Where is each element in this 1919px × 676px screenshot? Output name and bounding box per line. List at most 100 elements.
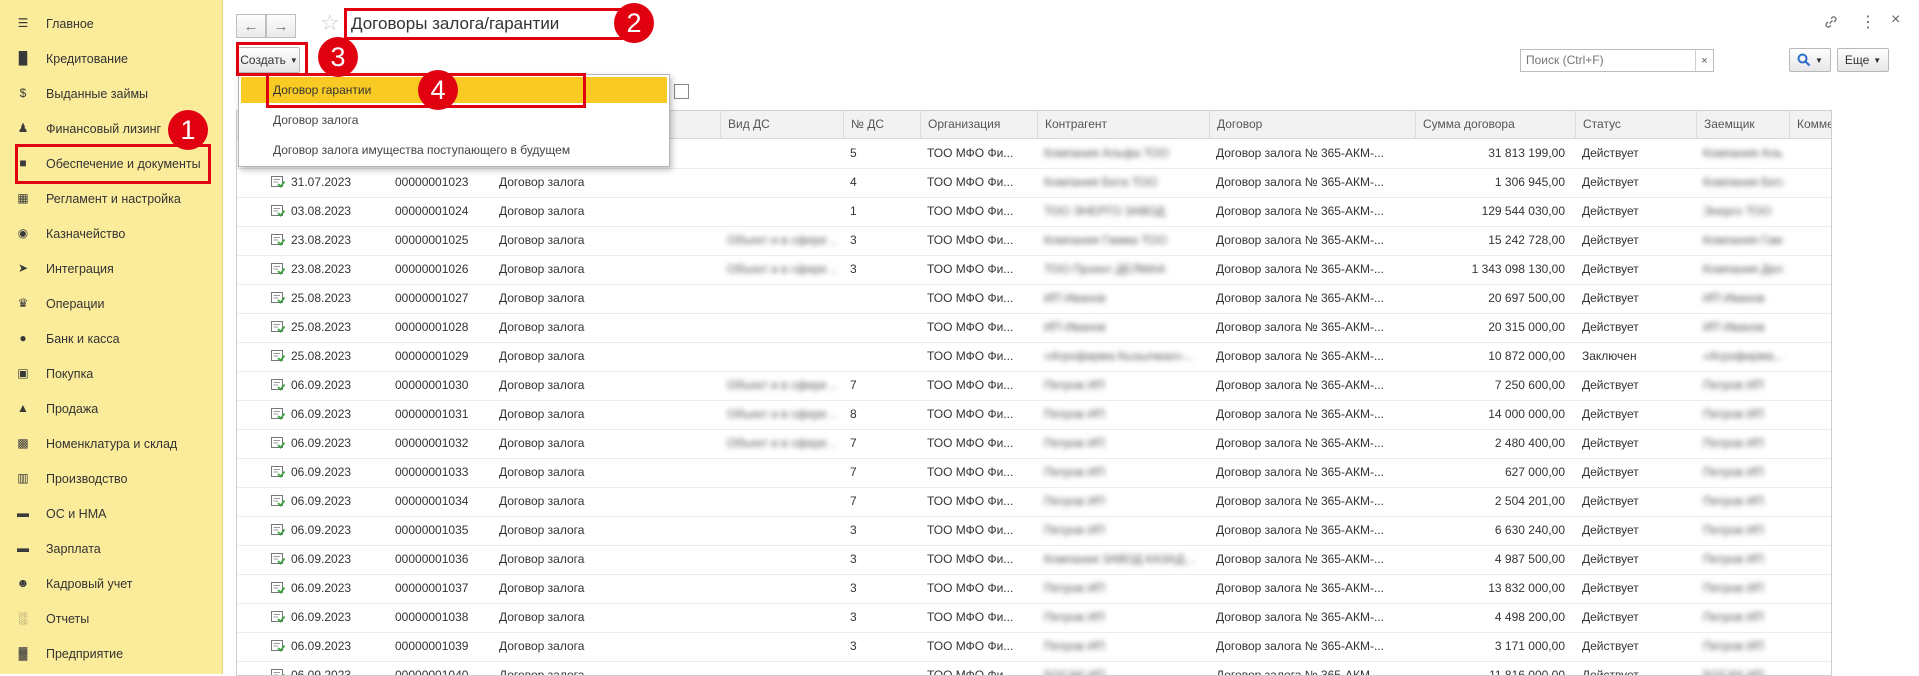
cell-vidds: Объект и в сфере ... (727, 371, 837, 400)
sidebar-item-collateral[interactable]: ■Обеспечение и документы (0, 146, 222, 181)
cell-amount: 4 498 200,00 (1417, 603, 1565, 632)
column-header-borrower[interactable]: Заемщик (1696, 111, 1755, 138)
sidebar-item-sales[interactable]: ▲Продажа (0, 391, 222, 426)
filter-checkbox[interactable] (674, 84, 689, 99)
back-button[interactable]: ← (236, 14, 266, 38)
table-row[interactable]: 23.08.202300000001025Договор залогаОбъек… (237, 226, 1831, 256)
people-icon: ♟ (15, 120, 31, 136)
column-header-amount[interactable]: Сумма договора (1415, 111, 1515, 138)
cell-vidds (727, 313, 837, 342)
column-header-contract[interactable]: Договор (1209, 111, 1262, 138)
cell-contract: Договор залога № 365-АКМ-... (1216, 400, 1411, 429)
more-button[interactable]: Еще ▼ (1837, 48, 1889, 72)
sidebar-item-treasury[interactable]: ◉Казначейство (0, 216, 222, 251)
table-row[interactable]: 06.09.202300000001035Договор залога3ТОО … (237, 516, 1831, 546)
sidebar-item-purchase[interactable]: ▣Покупка (0, 356, 222, 391)
sidebar-item-hr[interactable]: ☻Кадровый учет (0, 566, 222, 601)
create-button[interactable]: Создать ▼ (238, 47, 300, 73)
cell-date: 06.09.2023 (291, 574, 381, 603)
table-row[interactable]: 06.09.202300000001039Договор залога3ТОО … (237, 632, 1831, 662)
sidebar-item-issued-loans[interactable]: $Выданные займы (0, 76, 222, 111)
sidebar-item-production[interactable]: ▥Производство (0, 461, 222, 496)
forward-button[interactable]: → (266, 14, 296, 38)
table-row[interactable]: 31.07.202300000001023Договор залога4ТОО … (237, 168, 1831, 198)
sidebar-item-operations[interactable]: ♛Операции (0, 286, 222, 321)
cell-borrower: Петров ИП (1703, 458, 1783, 487)
sidebar-item-nomenclature[interactable]: ▩Номенклатура и склад (0, 426, 222, 461)
search-button[interactable]: ▼ (1789, 48, 1831, 72)
table-row[interactable]: 06.09.202300000001034Договор залога7ТОО … (237, 487, 1831, 517)
cell-nds: 4 (850, 168, 910, 197)
cell-vidds: Объект и в сфере ... (727, 255, 837, 284)
table-row[interactable]: 06.09.202300000001032Договор залогаОбъек… (237, 429, 1831, 459)
cell-nds: 1 (850, 197, 910, 226)
table-row[interactable]: 23.08.202300000001026Договор залогаОбъек… (237, 255, 1831, 285)
cell-borrower: Петров ИП (1703, 371, 1783, 400)
bar-chart-icon: ░ (15, 610, 31, 626)
cell-nds: 7 (850, 429, 910, 458)
cell-organization: ТОО МФО Фи... (927, 458, 1032, 487)
cell-organization: ТОО МФО Фи... (927, 516, 1032, 545)
menu-item-pledge-contract[interactable]: Договор залога (241, 107, 667, 133)
cell-vidds (727, 574, 837, 603)
close-icon[interactable]: × (1891, 11, 1900, 29)
sidebar-item-bank-cash[interactable]: ●Банк и касса (0, 321, 222, 356)
person-icon: ☻ (15, 575, 31, 591)
search-field[interactable]: × (1520, 49, 1714, 72)
cell-number: 00000001029 (395, 342, 491, 371)
sidebar-item-salary[interactable]: ▬Зарплата (0, 531, 222, 566)
sidebar: ☰Главное █ Кредитование $Выданные займы ♟ Фин… (0, 0, 223, 674)
table-row[interactable]: 25.08.202300000001027Договор залогаТОО М… (237, 284, 1831, 314)
table-row[interactable]: 06.09.202300000001036Договор залога3ТОО … (237, 545, 1831, 575)
cell-kind: Договор залога (499, 168, 679, 197)
cell-status: Действует (1582, 371, 1690, 400)
column-header-nds[interactable]: № ДС (843, 111, 884, 138)
sidebar-item-label: Финансовый лизинг (46, 122, 161, 136)
sidebar-item-enterprise[interactable]: ▓Предприятие (0, 636, 222, 671)
document-posted-icon (271, 234, 285, 246)
cell-vidds (727, 545, 837, 574)
column-header-organization[interactable]: Организация (920, 111, 1000, 138)
sidebar-item-reports[interactable]: ░Отчеты (0, 601, 222, 636)
cell-status: Действует (1582, 139, 1690, 168)
cell-borrower: Петров ИП (1703, 516, 1783, 545)
favorite-star-icon[interactable]: ☆ (320, 12, 340, 34)
menu-item-future-property-pledge[interactable]: Договор залога имущества поступающего в … (241, 137, 667, 163)
table-row[interactable]: 25.08.202300000001028Договор залогаТОО М… (237, 313, 1831, 343)
cell-counterparty: Петров ИП (1044, 429, 1204, 458)
table-row[interactable]: 06.09.202300000001033Договор залога7ТОО … (237, 458, 1831, 488)
cell-nds: 3 (850, 603, 910, 632)
credit-icon: █ (15, 50, 31, 66)
sidebar-item-integration[interactable]: ➤Интеграция (0, 251, 222, 286)
table-row[interactable]: 06.09.202300000001031Договор залогаОбъек… (237, 400, 1831, 430)
sidebar-item-credit[interactable]: █ Кредитование (0, 41, 222, 76)
cell-vidds (727, 516, 837, 545)
sidebar-item-fixed-assets[interactable]: ▬ОС и НМА (0, 496, 222, 531)
table-row[interactable]: 06.09.202300000001038Договор залога3ТОО … (237, 603, 1831, 633)
column-header-vidds[interactable]: Вид ДС (720, 111, 770, 138)
cell-organization: ТОО МФО Фи... (927, 342, 1032, 371)
search-input[interactable] (1521, 50, 1699, 69)
calendar-icon: ▦ (15, 190, 31, 206)
cell-status: Действует (1582, 429, 1690, 458)
column-header-counterparty[interactable]: Контрагент (1037, 111, 1107, 138)
clear-search-icon[interactable]: × (1695, 50, 1713, 71)
cell-contract: Договор залога № 365-АКМ-... (1216, 603, 1411, 632)
table-row[interactable]: 03.08.202300000001024Договор залога1ТОО … (237, 197, 1831, 227)
cell-nds: 3 (850, 632, 910, 661)
cell-nds (850, 313, 910, 342)
document-posted-icon (271, 350, 285, 362)
wallet-icon: ▬ (15, 540, 31, 556)
cell-number: 00000001025 (395, 226, 491, 255)
column-header-status[interactable]: Статус (1575, 111, 1621, 138)
sidebar-item-main[interactable]: ☰Главное (0, 6, 222, 41)
sidebar-item-settings[interactable]: ▦Регламент и настройка (0, 181, 222, 216)
link-icon[interactable] (1823, 14, 1839, 33)
more-vertical-icon[interactable]: ⋮ (1860, 12, 1876, 32)
table-row[interactable]: 06.09.202300000001037Договор залога3ТОО … (237, 574, 1831, 604)
table-row[interactable]: 25.08.202300000001029Договор залогаТОО М… (237, 342, 1831, 372)
cell-status: Действует (1582, 574, 1690, 603)
sidebar-item-label: Кредитование (46, 52, 128, 66)
table-row[interactable]: 06.09.202300000001030Договор залогаОбъек… (237, 371, 1831, 401)
column-header-comment[interactable]: Комментарий (1789, 111, 1832, 138)
